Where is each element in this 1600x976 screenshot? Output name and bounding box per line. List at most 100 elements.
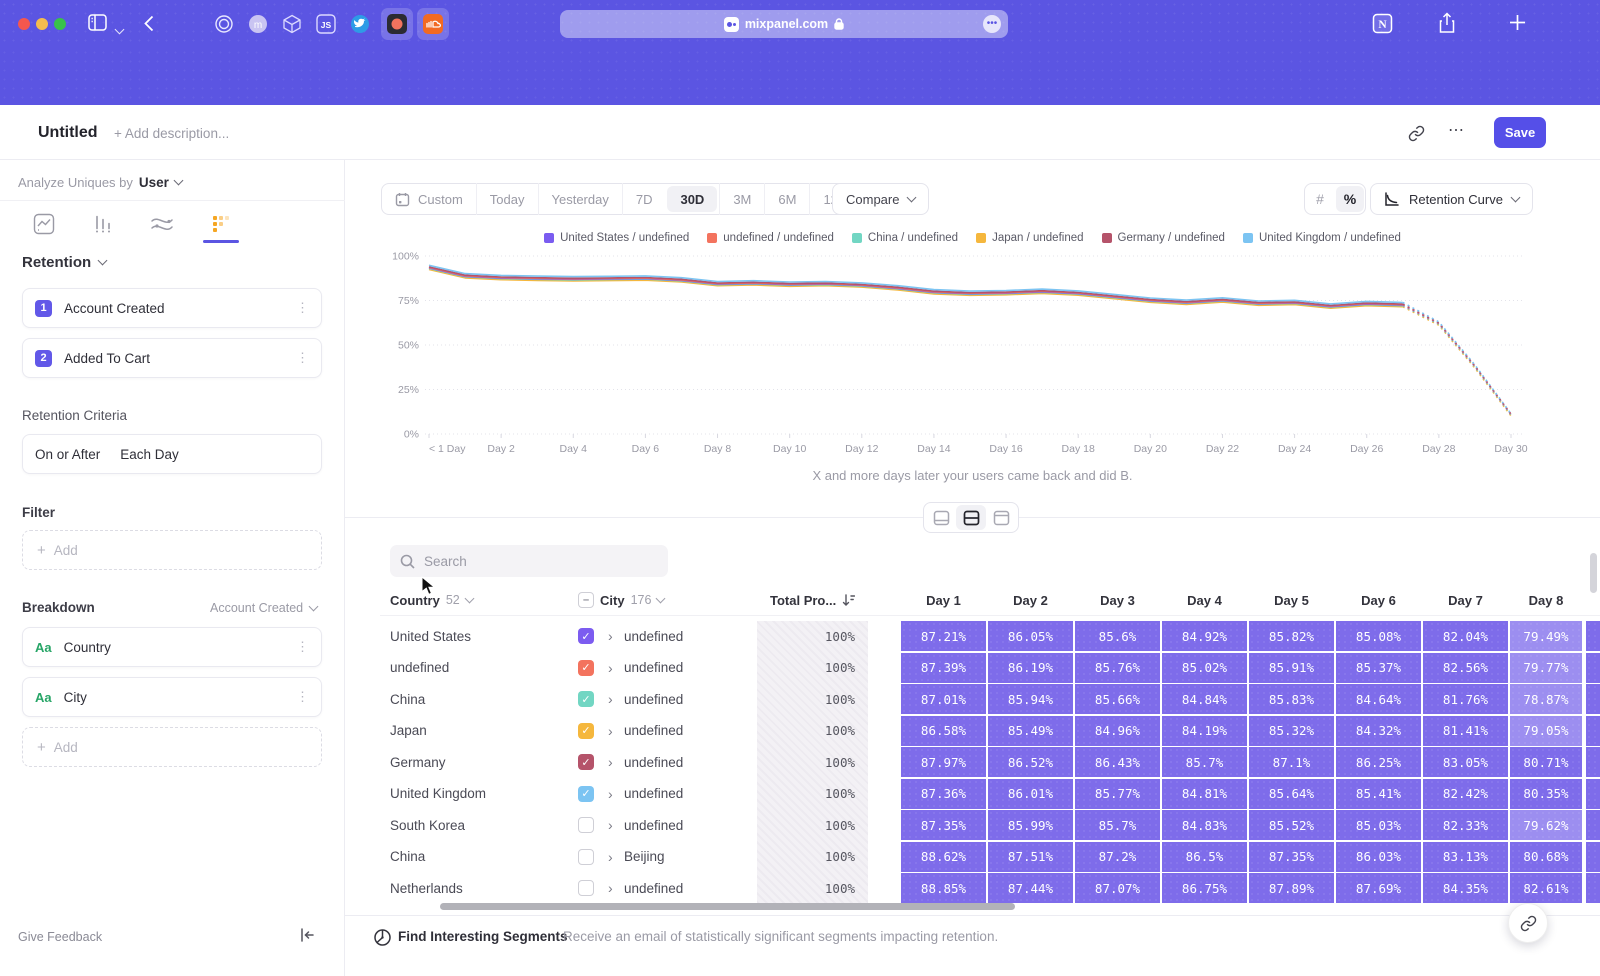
- row-checkbox[interactable]: ✓: [578, 660, 594, 676]
- maximize-window-button[interactable]: [54, 18, 66, 30]
- step-kebab-icon[interactable]: ⋮: [296, 350, 309, 366]
- row-expander-icon[interactable]: ›: [608, 653, 613, 683]
- format-percent[interactable]: %: [1336, 186, 1364, 212]
- row-checkbox[interactable]: ✓: [578, 786, 594, 802]
- breakdown-card-city[interactable]: Aa City ⋮: [22, 677, 322, 717]
- share-icon[interactable]: [1437, 11, 1457, 35]
- share-link-floating-button[interactable]: [1508, 903, 1548, 943]
- sidebar-toggle-icon[interactable]: [88, 14, 107, 31]
- legend-item-united-states-undefined[interactable]: United States / undefined: [544, 232, 689, 244]
- row-expander-icon[interactable]: ›: [608, 621, 613, 651]
- row-expander-icon[interactable]: ›: [608, 873, 613, 903]
- breakdown-kebab-icon[interactable]: ⋮: [296, 689, 309, 705]
- filter-add-button[interactable]: +Add: [22, 530, 322, 570]
- column-header-day-3[interactable]: Day 3: [1075, 588, 1160, 612]
- retention-section-header[interactable]: Retention: [22, 254, 106, 271]
- copy-link-icon[interactable]: [1408, 125, 1425, 142]
- row-checkbox[interactable]: [578, 817, 594, 833]
- range-3m[interactable]: 3M: [719, 183, 764, 215]
- city-column-header[interactable]: – City 176: [578, 588, 664, 612]
- tab-funnels[interactable]: [83, 209, 123, 239]
- report-title[interactable]: Untitled: [38, 124, 98, 142]
- format-count[interactable]: #: [1306, 186, 1334, 212]
- breakdown-scope-selector[interactable]: Account Created: [210, 601, 317, 615]
- layout-chart-only-icon[interactable]: [926, 505, 956, 530]
- layout-table-only-icon[interactable]: [986, 505, 1016, 530]
- add-description-button[interactable]: + Add description...: [114, 126, 229, 141]
- more-options-icon[interactable]: ⋯: [1448, 120, 1465, 140]
- step-card-account-created[interactable]: 1 Account Created ⋮: [22, 288, 322, 328]
- retention-criteria-card[interactable]: On or After Each Day: [22, 434, 322, 474]
- extension-soundcloud-icon[interactable]: [417, 8, 449, 40]
- close-window-button[interactable]: [18, 18, 30, 30]
- tab-flows[interactable]: [142, 209, 182, 239]
- criteria-on-or-after[interactable]: On or After: [35, 447, 100, 462]
- select-all-checkbox[interactable]: –: [578, 592, 594, 608]
- breakdown-kebab-icon[interactable]: ⋮: [296, 639, 309, 655]
- segments-title[interactable]: Find Interesting Segments: [398, 929, 568, 944]
- total-column-header[interactable]: Total Pro...: [770, 588, 855, 612]
- tab-insights[interactable]: [24, 209, 64, 239]
- new-tab-icon[interactable]: [1508, 13, 1527, 32]
- legend-item-japan-undefined[interactable]: Japan / undefined: [976, 232, 1083, 244]
- range-today[interactable]: Today: [476, 183, 538, 215]
- extension-target-icon[interactable]: [208, 8, 240, 40]
- extension-record-icon[interactable]: [381, 8, 413, 40]
- row-checkbox[interactable]: [578, 880, 594, 896]
- row-checkbox[interactable]: ✓: [578, 723, 594, 739]
- chart-type-selector[interactable]: Retention Curve: [1370, 183, 1533, 215]
- row-checkbox[interactable]: ✓: [578, 691, 594, 707]
- extension-cube-icon[interactable]: [276, 8, 308, 40]
- minimize-window-button[interactable]: [36, 18, 48, 30]
- column-header-day-7[interactable]: Day 7: [1423, 588, 1508, 612]
- breakdown-card-country[interactable]: Aa Country ⋮: [22, 627, 322, 667]
- legend-item-undefined-undefined[interactable]: undefined / undefined: [707, 232, 834, 244]
- notion-extension-icon[interactable]: N: [1372, 13, 1393, 34]
- horizontal-scrollbar[interactable]: [440, 903, 1015, 910]
- extension-bird-icon[interactable]: [344, 8, 376, 40]
- back-button[interactable]: [144, 15, 154, 32]
- table-search-input[interactable]: [424, 554, 644, 569]
- save-button[interactable]: Save: [1494, 117, 1546, 148]
- column-header-day-4[interactable]: Day 4: [1162, 588, 1247, 612]
- legend-item-germany-undefined[interactable]: Germany / undefined: [1102, 232, 1225, 244]
- column-header-day-2[interactable]: Day 2: [988, 588, 1073, 612]
- compare-button[interactable]: Compare: [832, 183, 929, 215]
- row-expander-icon[interactable]: ›: [608, 716, 613, 746]
- range-7d[interactable]: 7D: [622, 183, 666, 215]
- row-expander-icon[interactable]: ›: [608, 842, 613, 872]
- row-expander-icon[interactable]: ›: [608, 684, 613, 714]
- legend-item-united-kingdom-undefined[interactable]: United Kingdom / undefined: [1243, 232, 1401, 244]
- extension-js-icon[interactable]: JS: [310, 8, 342, 40]
- row-checkbox[interactable]: [578, 849, 594, 865]
- address-bar[interactable]: mixpanel.com •••: [560, 10, 1008, 38]
- range-30d[interactable]: 30D: [667, 186, 717, 212]
- range-custom[interactable]: Custom: [382, 183, 476, 215]
- criteria-each-day[interactable]: Each Day: [120, 447, 179, 462]
- row-checkbox[interactable]: ✓: [578, 628, 594, 644]
- step-kebab-icon[interactable]: ⋮: [296, 300, 309, 316]
- range-6m[interactable]: 6M: [764, 183, 809, 215]
- breakdown-add-button[interactable]: +Add: [22, 727, 322, 767]
- give-feedback-link[interactable]: Give Feedback: [18, 930, 102, 944]
- column-header-day-8[interactable]: Day 8: [1510, 588, 1582, 612]
- layout-split-icon[interactable]: [956, 505, 986, 530]
- row-expander-icon[interactable]: ›: [608, 779, 613, 809]
- tab-overview-chevron-icon[interactable]: [116, 20, 123, 38]
- column-header-day-6[interactable]: Day 6: [1336, 588, 1421, 612]
- collapse-sidebar-icon[interactable]: [298, 926, 316, 944]
- extension-m-icon[interactable]: m: [242, 8, 274, 40]
- address-more-icon[interactable]: •••: [983, 15, 1001, 33]
- row-expander-icon[interactable]: ›: [608, 747, 613, 777]
- column-header-day-5[interactable]: Day 5: [1249, 588, 1334, 612]
- row-checkbox[interactable]: ✓: [578, 754, 594, 770]
- table-search[interactable]: [390, 545, 668, 577]
- legend-item-china-undefined[interactable]: China / undefined: [852, 232, 958, 244]
- row-expander-icon[interactable]: ›: [608, 810, 613, 840]
- tab-retention[interactable]: [201, 209, 241, 239]
- column-header-day-1[interactable]: Day 1: [901, 588, 986, 612]
- vertical-scrollbar[interactable]: [1590, 553, 1597, 593]
- range-yesterday[interactable]: Yesterday: [538, 183, 622, 215]
- step-card-added-to-cart[interactable]: 2 Added To Cart ⋮: [22, 338, 322, 378]
- analyze-uniques-row[interactable]: Analyze Uniques by User: [18, 175, 182, 190]
